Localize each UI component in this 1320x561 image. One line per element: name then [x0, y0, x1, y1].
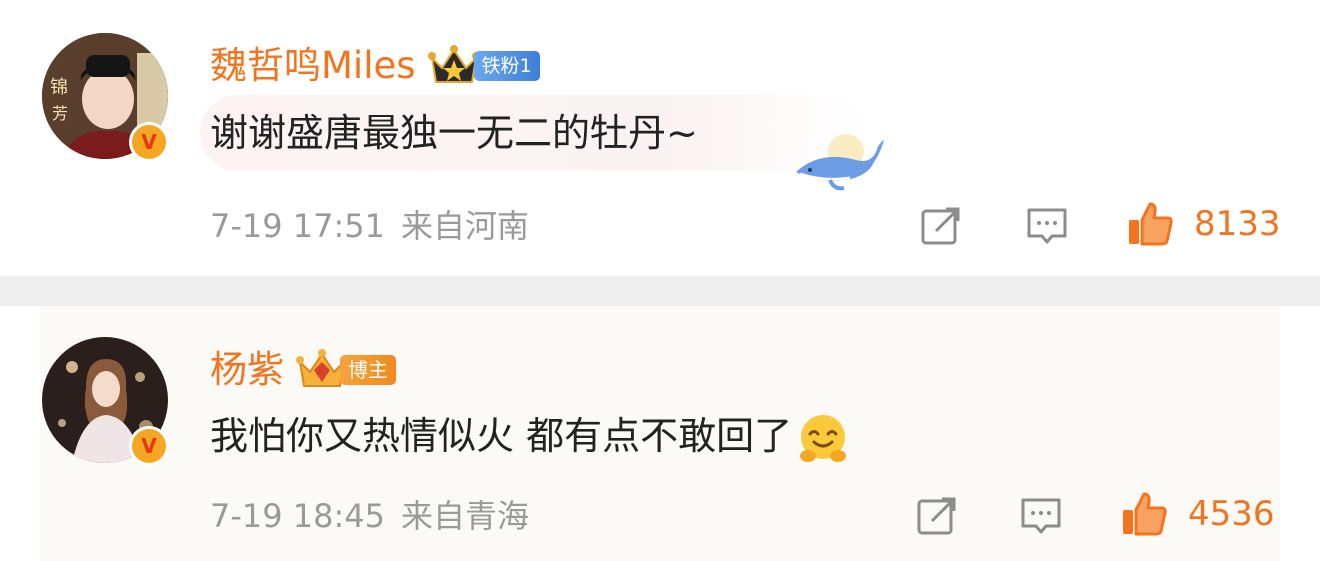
comment-text-body: 我怕你又热情似火 都有点不敢回了: [210, 414, 793, 458]
verified-v-icon: V: [129, 122, 169, 162]
reply-button[interactable]: [1020, 496, 1062, 536]
comment-text: 我怕你又热情似火 都有点不敢回了: [210, 411, 850, 466]
username[interactable]: 魏哲鸣Miles: [210, 43, 416, 89]
comment-icon: [1027, 208, 1067, 244]
verified-v-icon: V: [129, 426, 169, 466]
comment-header: 杨紫 博主: [210, 347, 396, 393]
comment-item: 锦 芳 V 魏哲鸣Miles 铁粉1 谢谢盛唐最独一无二的牡丹~ 7-19 17…: [0, 0, 1320, 276]
comment-location: 来自青海: [401, 497, 530, 535]
comment-time: 7-19 17:51: [210, 207, 386, 245]
comment-item: V 杨紫 博主 我怕你又热情似火 都有点不敢回了 7-19 18:45 来自青海: [0, 306, 1320, 561]
svg-text:锦: 锦: [50, 77, 68, 98]
like-count: 4536: [1188, 494, 1275, 534]
fan-level-badge: 铁粉1: [473, 51, 540, 81]
share-icon: [921, 207, 960, 245]
comment-text: 谢谢盛唐最独一无二的牡丹~: [210, 111, 698, 155]
blogger-badge: 博主: [340, 355, 396, 385]
like-button[interactable]: 4536: [1120, 490, 1275, 538]
comment-meta: 7-19 18:45 来自青海: [210, 496, 529, 536]
like-count: 8133: [1194, 204, 1281, 244]
comment-time: 7-19 18:45: [210, 497, 386, 535]
svg-text:芳: 芳: [52, 104, 68, 123]
comment-header: 魏哲鸣Miles 铁粉1: [210, 43, 540, 89]
comment-icon: [1021, 498, 1061, 534]
comment-location: 来自河南: [401, 207, 530, 245]
share-button[interactable]: [920, 206, 962, 246]
like-button[interactable]: 8133: [1126, 200, 1281, 248]
hug-emoji-icon: [800, 414, 847, 462]
whale-icon: [796, 134, 884, 191]
share-icon: [917, 497, 956, 535]
reply-button[interactable]: [1026, 206, 1068, 246]
share-button[interactable]: [916, 496, 958, 536]
crown-icon: [427, 45, 480, 83]
comment-meta: 7-19 17:51 来自河南: [210, 206, 529, 246]
comment-list: 锦 芳 V 魏哲鸣Miles 铁粉1 谢谢盛唐最独一无二的牡丹~ 7-19 17…: [0, 0, 1320, 561]
thumbs-up-icon: [1123, 492, 1167, 536]
divider: [0, 276, 1320, 306]
thumbs-up-icon: [1129, 202, 1173, 246]
username[interactable]: 杨紫: [210, 347, 284, 393]
